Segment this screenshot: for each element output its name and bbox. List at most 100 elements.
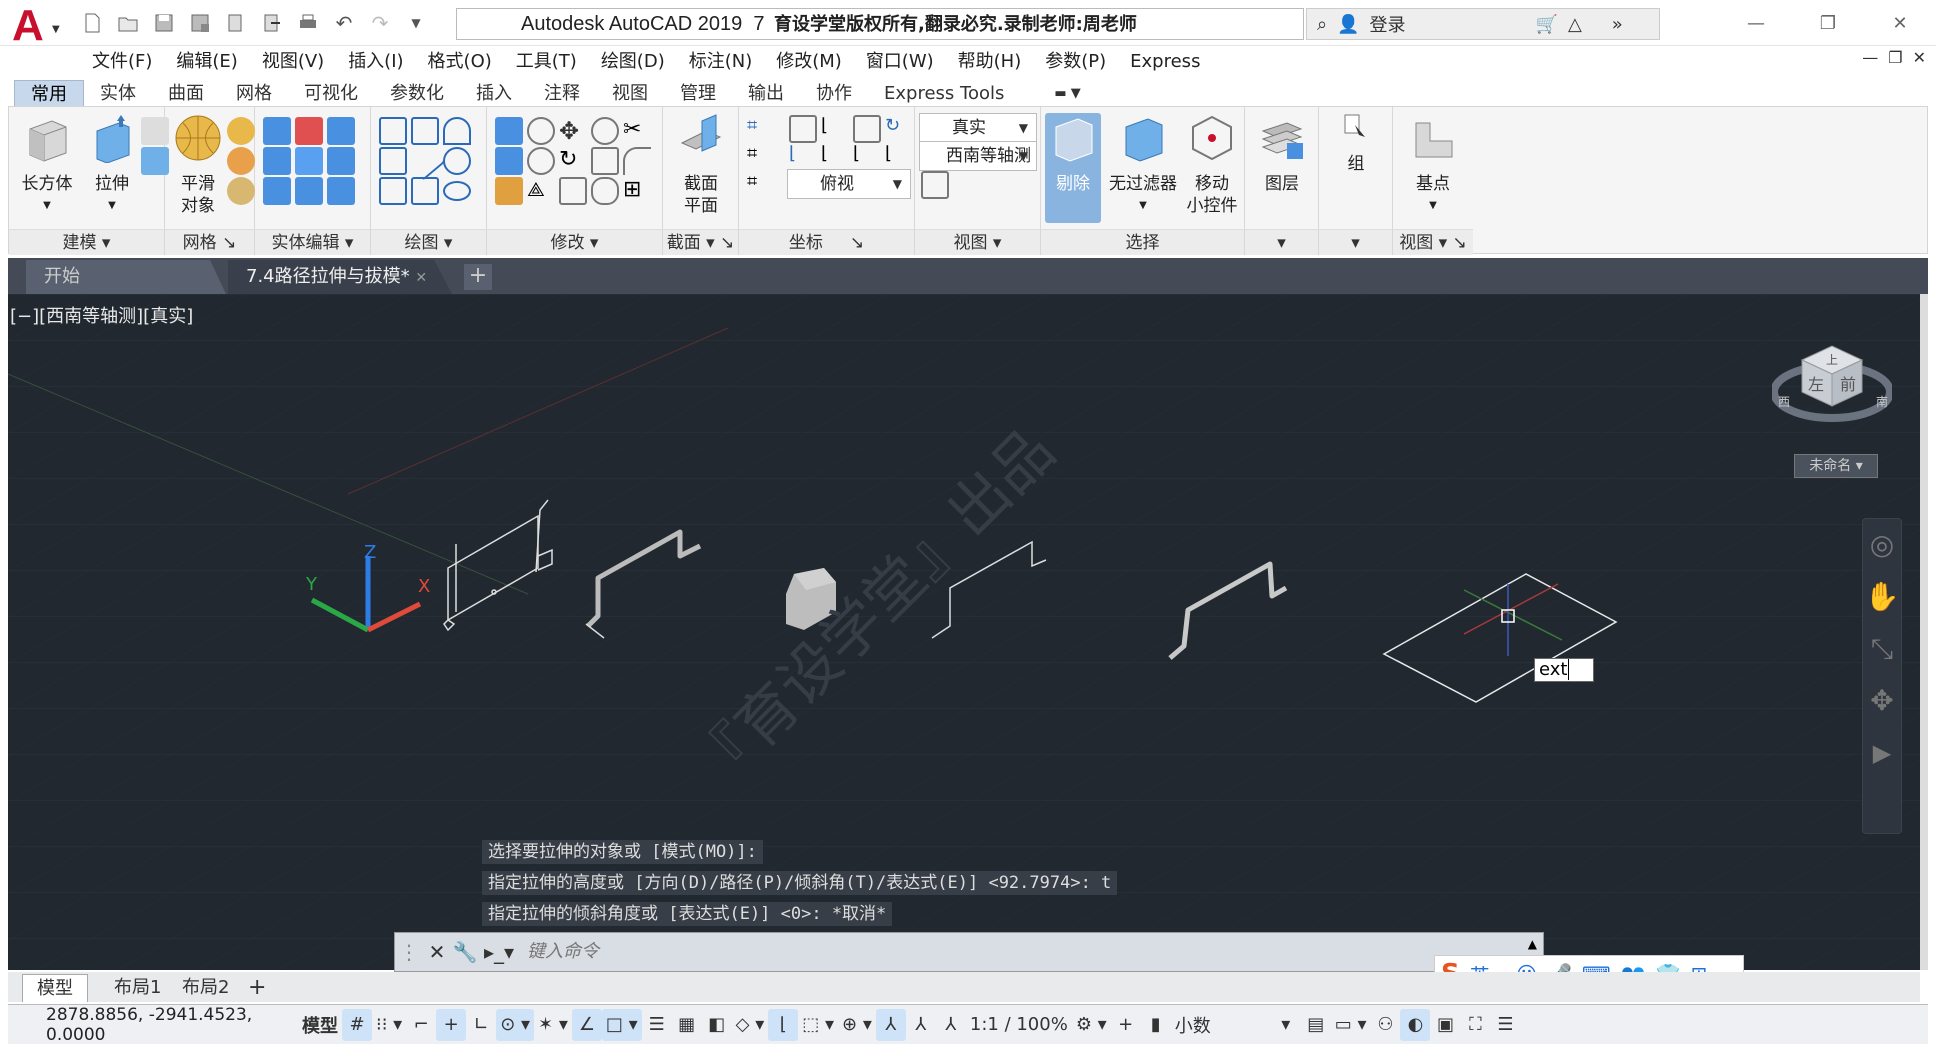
recent-commands-icon[interactable]: ▸_▾ xyxy=(479,940,519,964)
ucs-origin-icon[interactable]: ⌊ xyxy=(821,115,849,143)
performance-icon[interactable]: ▣ xyxy=(1430,1009,1460,1041)
customization-icon[interactable]: ☰ xyxy=(1490,1009,1520,1041)
transparency-icon[interactable]: ▦ xyxy=(672,1009,702,1041)
file-tab-drawing[interactable]: 7.4路径拉伸与拔模* ✕ xyxy=(228,260,452,294)
menu-file[interactable]: 文件(F) xyxy=(82,46,162,78)
share-icon[interactable] xyxy=(256,8,288,38)
close-command-icon[interactable]: ✕ xyxy=(423,940,451,964)
snap-icon[interactable]: ⁝⁝ ▾ xyxy=(372,1009,406,1041)
ucs-object-icon[interactable]: ↻ xyxy=(885,115,913,143)
panel-label-selection[interactable]: 选择 xyxy=(1041,229,1244,255)
trim-icon[interactable]: ✂ xyxy=(623,117,651,145)
save-icon[interactable] xyxy=(148,8,180,38)
pan-icon[interactable]: ✋ xyxy=(1863,571,1901,623)
hardware-acceleration-icon[interactable]: ◐ xyxy=(1400,1008,1431,1041)
offset-icon[interactable] xyxy=(591,177,619,205)
panel-label-layers[interactable]: ▾ xyxy=(1245,229,1318,255)
customize-command-icon[interactable]: 🔧 xyxy=(451,940,479,964)
panel-label-view2[interactable]: 视图 ▾ ↘ xyxy=(1393,229,1473,255)
tab-surface[interactable]: 曲面 xyxy=(152,80,220,108)
panel-label-solid-editing[interactable]: 实体编辑 ▾ xyxy=(255,229,370,255)
lineweight-icon[interactable]: ☰ xyxy=(642,1009,672,1041)
tab-annotate[interactable]: 注释 xyxy=(528,80,596,108)
plot-icon[interactable] xyxy=(292,8,324,38)
view-combo[interactable]: 西南等轴测 ▼ xyxy=(919,141,1037,171)
minimize-icon[interactable]: — xyxy=(1720,0,1792,46)
layout-tab-layout2[interactable]: 布局2 xyxy=(168,974,243,1002)
menu-format[interactable]: 格式(O) xyxy=(418,46,502,78)
panel-label-group[interactable]: ▾ xyxy=(1319,229,1392,255)
ucs-x-icon[interactable]: ⌊ xyxy=(789,143,817,171)
ucs-z-icon[interactable]: ⌊ xyxy=(853,143,881,171)
app-menu-button[interactable]: A ▼ xyxy=(8,4,62,48)
cursor-coordinates[interactable]: 2878.8856, -2941.4523, 0.0000 xyxy=(8,1005,298,1045)
shell-icon[interactable] xyxy=(295,177,323,205)
viewport-controls-label[interactable]: [−][西南等轴测][真实] xyxy=(10,302,193,328)
ribbon-minimize-icon[interactable]: ▬ ▼ xyxy=(1038,80,1096,108)
panel-label-modeling[interactable]: 建模 ▾ xyxy=(9,229,164,255)
layers-button[interactable]: 图层 xyxy=(1251,113,1313,195)
mesh-refine-icon[interactable] xyxy=(227,177,255,205)
tab-mesh[interactable]: 网格 xyxy=(220,80,288,108)
cart-icon[interactable]: 🛒 xyxy=(1536,14,1558,35)
menu-help[interactable]: 帮助(H) xyxy=(948,46,1032,78)
auto-scale-icon[interactable]: ⅄ xyxy=(906,1009,936,1041)
panel-label-draw[interactable]: 绘图 ▾ xyxy=(371,229,486,255)
slice-icon[interactable] xyxy=(327,117,355,145)
ucs-world-icon[interactable] xyxy=(789,115,817,143)
panel-label-view[interactable]: 视图 ▾ xyxy=(915,229,1040,255)
new-tab-icon[interactable]: + xyxy=(464,264,492,290)
section-plane-button[interactable]: 截面 平面 xyxy=(671,113,731,217)
selection-filter-icon[interactable]: ⬚ ▾ xyxy=(798,1009,838,1041)
ucs-named-icon[interactable]: ⌗ xyxy=(747,171,775,199)
menu-edit[interactable]: 编辑(E) xyxy=(166,46,247,78)
layout-tab-layout1[interactable]: 布局1 xyxy=(100,974,175,1002)
3d-osnap-icon[interactable]: ◇ ▾ xyxy=(732,1009,769,1041)
object-snap-icon[interactable]: □ ▾ xyxy=(601,1008,642,1041)
panel-label-section[interactable]: 截面 ▾ ↘ xyxy=(663,229,738,255)
tab-manage[interactable]: 管理 xyxy=(664,80,732,108)
interfere-icon[interactable] xyxy=(295,147,323,175)
3d-polyline-icon[interactable] xyxy=(411,117,439,145)
ucs-icon[interactable]: ⌗ xyxy=(747,115,775,143)
panel-label-mesh[interactable]: 网格 ↘ xyxy=(165,229,254,255)
gizmo-icon[interactable]: ⊕ ▾ xyxy=(838,1009,876,1041)
menu-view[interactable]: 视图(V) xyxy=(252,46,334,78)
undo-icon[interactable]: ↶ xyxy=(328,8,360,38)
menu-tools[interactable]: 工具(T) xyxy=(506,46,587,78)
annotation-monitor-icon[interactable]: + xyxy=(1111,1009,1141,1041)
ucs-y-icon[interactable]: ⌊ xyxy=(821,143,849,171)
close-tab-icon[interactable]: ✕ xyxy=(415,270,427,286)
exchange-icon[interactable]: △ xyxy=(1568,14,1582,35)
scale-icon[interactable] xyxy=(591,147,619,175)
menu-dimension[interactable]: 标注(N) xyxy=(679,46,763,78)
menu-window[interactable]: 窗口(W) xyxy=(856,46,944,78)
qat-dropdown-icon[interactable]: ▼ xyxy=(400,8,432,38)
menu-express[interactable]: Express xyxy=(1120,46,1210,78)
doc-restore-icon[interactable]: ❐ xyxy=(1888,48,1902,67)
save-as-icon[interactable] xyxy=(184,8,216,38)
box-button[interactable]: 长方体 ▼ xyxy=(17,113,77,217)
tab-collaborate[interactable]: 协作 xyxy=(800,80,868,108)
copy-icon[interactable] xyxy=(591,117,619,145)
union-icon[interactable] xyxy=(263,117,291,145)
subtract-icon[interactable] xyxy=(295,117,323,145)
3d-array-icon[interactable] xyxy=(527,147,555,175)
annotation-visibility-icon[interactable]: ⅄ xyxy=(875,1008,906,1041)
dynamic-ucs-icon[interactable]: ⌊ xyxy=(768,1008,799,1041)
move-gizmo-button[interactable]: 移动 小控件 xyxy=(1181,113,1243,217)
viewport-config-icon[interactable] xyxy=(921,171,949,199)
tab-output[interactable]: 输出 xyxy=(732,80,800,108)
tab-visualize[interactable]: 可视化 xyxy=(288,80,374,108)
object-snap-tracking-icon[interactable]: ∠ xyxy=(571,1008,602,1041)
tab-home[interactable]: 常用 xyxy=(14,80,84,108)
lock-ui-icon[interactable]: ▭ ▾ xyxy=(1331,1009,1371,1041)
login-button[interactable]: 登录 xyxy=(1370,11,1406,37)
units-icon[interactable]: ▮ xyxy=(1141,1009,1171,1041)
user-icon[interactable]: 👤 xyxy=(1337,14,1359,35)
vertical-scrollbar[interactable] xyxy=(1920,294,1928,970)
isolate-objects-icon[interactable]: ⚇ xyxy=(1370,1009,1400,1041)
tab-parametric[interactable]: 参数化 xyxy=(374,80,460,108)
units-dropdown-icon[interactable]: ▾ xyxy=(1271,1009,1301,1041)
group-button[interactable]: 组 xyxy=(1329,113,1383,175)
